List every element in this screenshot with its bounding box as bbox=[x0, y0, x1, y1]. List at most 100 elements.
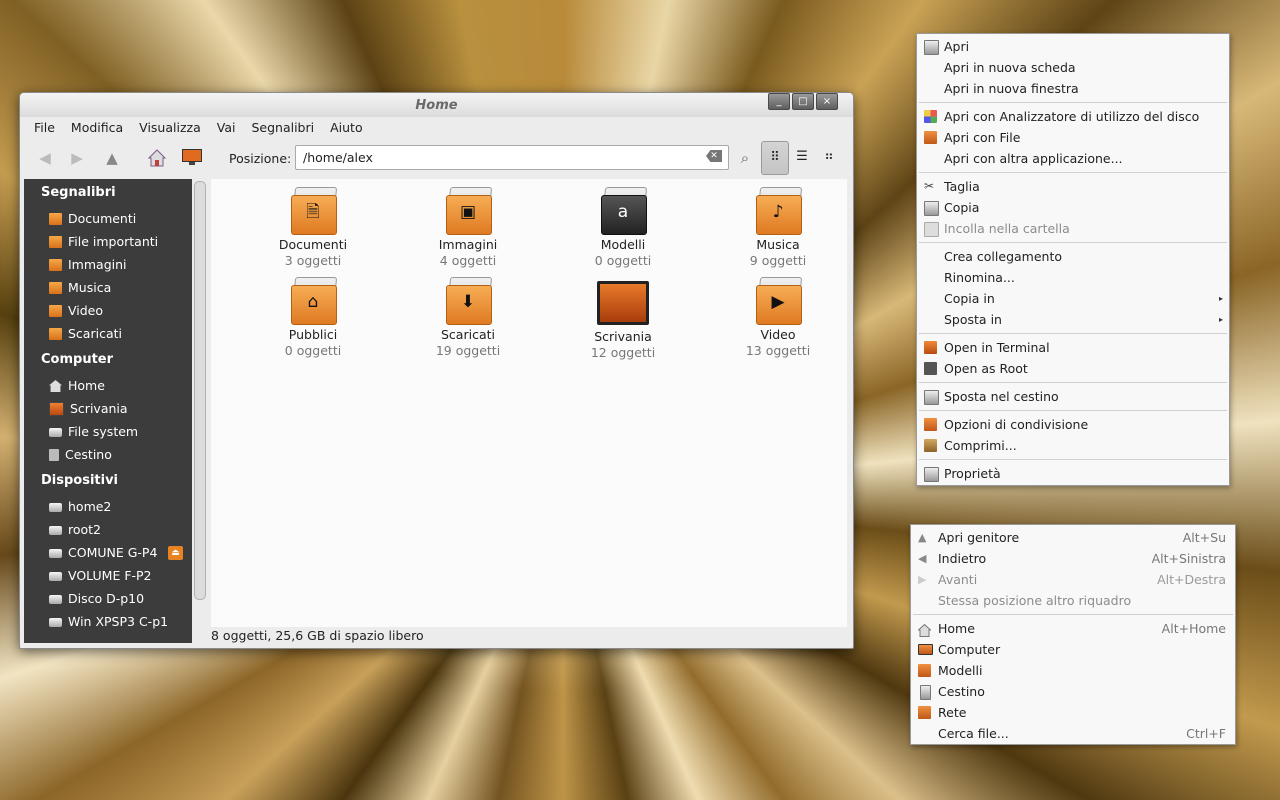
sidebar-item-home[interactable]: Home bbox=[49, 376, 105, 396]
sidebar-item-volume[interactable]: VOLUME F-P2 bbox=[49, 566, 152, 586]
sidebar-item-label: Scrivania bbox=[70, 401, 128, 416]
sidebar-item-winxp[interactable]: Win XPSP3 C-p1 bbox=[49, 612, 168, 632]
context-menu: Apri Apri in nuova scheda Apri in nuova … bbox=[916, 33, 1230, 486]
clear-icon[interactable]: ✕ bbox=[706, 150, 722, 162]
folder-item[interactable]: ⬇ Scaricati 19 oggetti bbox=[398, 277, 538, 358]
drive-icon bbox=[49, 548, 62, 558]
menu-item-nuova-finestra[interactable]: Apri in nuova finestra bbox=[917, 78, 1229, 99]
close-button[interactable]: × bbox=[816, 93, 838, 110]
list-view-button[interactable]: ☰ bbox=[789, 141, 815, 173]
folder-icon: ⌂ bbox=[290, 277, 338, 325]
sidebar-item-label: Disco D-p10 bbox=[68, 591, 145, 606]
compact-view-button[interactable]: ⠶ bbox=[816, 141, 842, 173]
folder-icon bbox=[49, 328, 62, 340]
sidebar-item-musica[interactable]: Musica bbox=[49, 278, 111, 298]
minimize-button[interactable]: _ bbox=[768, 93, 790, 110]
menu-file[interactable]: File bbox=[26, 119, 63, 137]
sidebar-item-label: File system bbox=[68, 424, 139, 439]
menu-item-terminal[interactable]: Open in Terminal bbox=[917, 337, 1229, 358]
sidebar-item-documenti[interactable]: Documenti bbox=[49, 209, 136, 229]
menu-item-altra-app[interactable]: Apri con altra applicazione... bbox=[917, 148, 1229, 169]
folder-item[interactable]: ▣ Immagini 4 oggetti bbox=[398, 187, 538, 268]
location-input[interactable] bbox=[301, 149, 700, 166]
menu-vai[interactable]: Vai bbox=[209, 119, 244, 137]
menu-modifica[interactable]: Modifica bbox=[63, 119, 131, 137]
disk-usage-icon bbox=[924, 110, 937, 123]
sidebar-item-home2[interactable]: home2 bbox=[49, 497, 111, 517]
shortcut-label: Alt+Su bbox=[1182, 530, 1226, 545]
back-icon[interactable]: ◀ bbox=[36, 149, 54, 167]
menu-item-copia-in[interactable]: Copia in ▸ bbox=[917, 288, 1229, 309]
menu-item-analizzatore[interactable]: Apri con Analizzatore di utilizzo del di… bbox=[917, 106, 1229, 127]
menu-item-modelli[interactable]: Modelli bbox=[911, 660, 1235, 681]
folder-item[interactable]: ⌂ Pubblici 0 oggetti bbox=[243, 277, 383, 358]
menu-item-apri-genitore[interactable]: ▲ Apri genitore Alt+Su bbox=[911, 527, 1235, 548]
menu-item-computer[interactable]: Computer bbox=[911, 639, 1235, 660]
menu-item-root[interactable]: Open as Root bbox=[917, 358, 1229, 379]
folder-name: Documenti bbox=[278, 237, 348, 252]
menu-item-crea-collegamento[interactable]: Crea collegamento bbox=[917, 246, 1229, 267]
terminal-icon bbox=[924, 341, 937, 354]
up-icon[interactable]: ▲ bbox=[103, 149, 121, 167]
forward-icon[interactable]: ▶ bbox=[68, 149, 86, 167]
sidebar-item-comune[interactable]: COMUNE G-P4 bbox=[49, 543, 157, 563]
sidebar-item-scaricati[interactable]: Scaricati bbox=[49, 324, 122, 344]
menu-item-comprimi[interactable]: Comprimi... bbox=[917, 435, 1229, 456]
menu-item-home[interactable]: Home Alt+Home bbox=[911, 618, 1235, 639]
menu-item-label: Apri in nuova scheda bbox=[944, 60, 1076, 75]
menu-aiuto[interactable]: Aiuto bbox=[322, 119, 371, 137]
separator bbox=[919, 459, 1227, 460]
sidebar-item-cestino[interactable]: Cestino bbox=[49, 445, 112, 465]
menu-item-indietro[interactable]: ◀ Indietro Alt+Sinistra bbox=[911, 548, 1235, 569]
menu-item-label: Open as Root bbox=[944, 361, 1028, 376]
sidebar-item-file-system[interactable]: File system bbox=[49, 422, 138, 442]
menu-item-cestino[interactable]: Sposta nel cestino bbox=[917, 386, 1229, 407]
menu-item-condivisione[interactable]: Opzioni di condivisione bbox=[917, 414, 1229, 435]
sidebar-item-file-importanti[interactable]: File importanti bbox=[49, 232, 158, 252]
sidebar-item-label: Scaricati bbox=[68, 326, 122, 341]
menu-item-label: Apri con altra applicazione... bbox=[944, 151, 1123, 166]
menu-item-taglia[interactable]: ✂ Taglia bbox=[917, 176, 1229, 197]
title-bar[interactable]: Home _ □ × bbox=[20, 93, 853, 117]
folder-item[interactable]: 🗎 Documenti 3 oggetti bbox=[243, 187, 383, 268]
sidebar-item-video[interactable]: Video bbox=[49, 301, 103, 321]
separator bbox=[913, 614, 1233, 615]
menu-item-rinomina[interactable]: Rinomina... bbox=[917, 267, 1229, 288]
sidebar-item-root2[interactable]: root2 bbox=[49, 520, 101, 540]
menu-visualizza[interactable]: Visualizza bbox=[131, 119, 209, 137]
menu-item-incolla[interactable]: Incolla nella cartella bbox=[917, 218, 1229, 239]
separator bbox=[919, 382, 1227, 383]
maximize-button[interactable]: □ bbox=[792, 93, 814, 110]
menu-item-stessa-posizione[interactable]: Stessa posizione altro riquadro bbox=[911, 590, 1235, 611]
sidebar-item-scrivania[interactable]: Scrivania bbox=[49, 399, 128, 419]
location-bar[interactable]: ✕ bbox=[295, 145, 729, 170]
folder-icon: 🗎 bbox=[290, 187, 338, 235]
sidebar-item-label: Home bbox=[68, 378, 105, 393]
drive-icon bbox=[49, 427, 62, 437]
folder-item[interactable]: a Modelli 0 oggetti bbox=[553, 187, 693, 268]
menu-item-proprieta[interactable]: Proprietà bbox=[917, 463, 1229, 484]
folder-item[interactable]: ▶ Video 13 oggetti bbox=[708, 277, 848, 358]
menu-item-sposta-in[interactable]: Sposta in ▸ bbox=[917, 309, 1229, 330]
menu-item-apri-con-file[interactable]: Apri con File bbox=[917, 127, 1229, 148]
home-icon[interactable] bbox=[147, 149, 167, 167]
menu-item-avanti[interactable]: ▶ Avanti Alt+Destra bbox=[911, 569, 1235, 590]
menu-item-label: Cerca file... bbox=[938, 726, 1009, 741]
menu-item-rete[interactable]: Rete bbox=[911, 702, 1235, 723]
search-icon[interactable]: ⌕ bbox=[736, 149, 754, 167]
computer-icon bbox=[918, 644, 933, 655]
menu-item-apri[interactable]: Apri bbox=[917, 36, 1229, 57]
sidebar-item-immagini[interactable]: Immagini bbox=[49, 255, 127, 275]
folder-item[interactable]: ♪ Musica 9 oggetti bbox=[708, 187, 848, 268]
icon-view-button[interactable]: ⠿ bbox=[761, 141, 789, 175]
computer-icon[interactable] bbox=[182, 149, 202, 167]
menu-segnalibri[interactable]: Segnalibri bbox=[243, 119, 322, 137]
eject-icon[interactable]: ⏏ bbox=[168, 546, 183, 560]
sidebar-scrollbar[interactable] bbox=[194, 181, 206, 600]
sidebar-item-disco[interactable]: Disco D-p10 bbox=[49, 589, 144, 609]
folder-item[interactable]: Scrivania 12 oggetti bbox=[553, 277, 693, 360]
menu-item-cestino[interactable]: Cestino bbox=[911, 681, 1235, 702]
menu-item-nuova-scheda[interactable]: Apri in nuova scheda bbox=[917, 57, 1229, 78]
menu-item-copia[interactable]: Copia bbox=[917, 197, 1229, 218]
menu-item-cerca-file[interactable]: Cerca file... Ctrl+F bbox=[911, 723, 1235, 744]
